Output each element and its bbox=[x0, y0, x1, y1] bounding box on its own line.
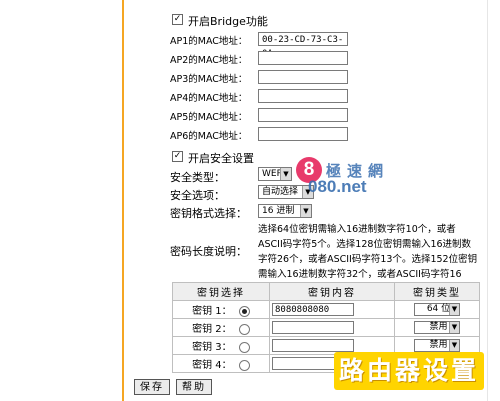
frame-divider bbox=[122, 0, 124, 401]
key1-select-cell: 密钥 1： bbox=[172, 300, 270, 319]
key1-label: 密钥 1： bbox=[192, 306, 232, 317]
key1-content-cell: 8080808080 bbox=[269, 300, 395, 319]
key3-type-select[interactable]: 禁用 ▼ bbox=[414, 339, 460, 352]
key-format-value: 16 进制 bbox=[262, 206, 295, 216]
router-settings-banner: 路由器设置 bbox=[334, 352, 484, 390]
security-option-label: 安全选项： bbox=[170, 189, 225, 202]
site-watermark-en: 080.net bbox=[308, 177, 367, 196]
key3-select-cell: 密钥 3： bbox=[172, 336, 270, 355]
ap1-mac-label: AP1的MAC地址： bbox=[170, 36, 248, 47]
ap3-mac-input[interactable] bbox=[258, 70, 348, 84]
security-enable-label: 开启安全设置 bbox=[188, 152, 254, 165]
chevron-down-icon: ▼ bbox=[449, 322, 459, 333]
key4-label: 密钥 4： bbox=[192, 360, 232, 371]
key1-type-value: 64 位 bbox=[426, 304, 451, 314]
security-option-value: 自动选择 bbox=[262, 187, 299, 197]
ap5-mac-label: AP5的MAC地址： bbox=[170, 112, 248, 123]
table-row: 密钥 2： 禁用 ▼ bbox=[172, 318, 480, 337]
table-row: 密钥 1： 8080808080 64 位 ▼ bbox=[172, 300, 480, 319]
right-scroll-area bbox=[488, 0, 500, 401]
key2-radio[interactable] bbox=[238, 323, 250, 335]
key4-select-cell: 密钥 4： bbox=[172, 354, 270, 373]
security-type-value: WEP bbox=[262, 169, 283, 179]
key2-type-select[interactable]: 禁用 ▼ bbox=[414, 321, 460, 334]
col-key-type: 密钥类型 bbox=[394, 282, 480, 301]
key2-type-value: 禁用 bbox=[429, 322, 448, 332]
key1-type-cell: 64 位 ▼ bbox=[394, 300, 480, 319]
key1-input[interactable]: 8080808080 bbox=[272, 303, 354, 316]
ap4-mac-input[interactable] bbox=[258, 89, 348, 103]
key2-content-cell bbox=[269, 318, 395, 337]
ap3-mac-label: AP3的MAC地址： bbox=[170, 74, 248, 85]
chevron-down-icon: ▼ bbox=[449, 340, 459, 351]
key1-type-select[interactable]: 64 位 ▼ bbox=[414, 303, 460, 316]
ap1-mac-input[interactable]: 00-23-CD-73-C3-0A bbox=[258, 32, 348, 59]
key3-input[interactable] bbox=[272, 339, 354, 352]
key-format-label: 密钥格式选择： bbox=[170, 207, 247, 220]
key2-select-cell: 密钥 2： bbox=[172, 318, 270, 337]
chevron-down-icon: ▼ bbox=[300, 205, 311, 217]
ap6-mac-label: AP6的MAC地址： bbox=[170, 131, 248, 142]
save-button[interactable]: 保存 bbox=[134, 379, 170, 395]
key1-radio[interactable] bbox=[238, 305, 250, 317]
ap6-mac-input[interactable] bbox=[258, 127, 348, 141]
security-enable-checkbox[interactable]: ✓ bbox=[172, 151, 183, 162]
security-type-label: 安全类型： bbox=[170, 171, 225, 184]
table-header-row: 密钥选择 密钥内容 密钥类型 bbox=[172, 282, 480, 301]
key-format-select[interactable]: 16 进制 ▼ bbox=[258, 204, 312, 218]
help-button[interactable]: 帮助 bbox=[176, 379, 212, 395]
bridge-enable-label: 开启Bridge功能 bbox=[188, 15, 268, 28]
key4-radio[interactable] bbox=[238, 359, 250, 371]
ap2-mac-input[interactable] bbox=[258, 51, 348, 65]
left-menu-frame bbox=[0, 0, 122, 401]
security-type-select[interactable]: WEP ▼ bbox=[258, 167, 292, 181]
chevron-down-icon: ▼ bbox=[280, 168, 291, 180]
ap5-mac-input[interactable] bbox=[258, 108, 348, 122]
chevron-down-icon: ▼ bbox=[449, 304, 459, 315]
key3-label: 密钥 3： bbox=[192, 342, 232, 353]
ap2-mac-label: AP2的MAC地址： bbox=[170, 55, 248, 66]
key3-type-value: 禁用 bbox=[429, 340, 448, 350]
ap4-mac-label: AP4的MAC地址： bbox=[170, 93, 248, 104]
key2-type-cell: 禁用 ▼ bbox=[394, 318, 480, 337]
key2-label: 密钥 2： bbox=[192, 324, 232, 335]
key2-input[interactable] bbox=[272, 321, 354, 334]
bridge-enable-checkbox[interactable]: ✓ bbox=[172, 14, 183, 25]
col-key-select: 密钥选择 bbox=[172, 282, 270, 301]
col-key-content: 密钥内容 bbox=[269, 282, 395, 301]
key-length-label: 密码长度说明： bbox=[170, 245, 247, 258]
security-option-select[interactable]: 自动选择 ▼ bbox=[258, 185, 314, 199]
key3-radio[interactable] bbox=[238, 341, 250, 353]
